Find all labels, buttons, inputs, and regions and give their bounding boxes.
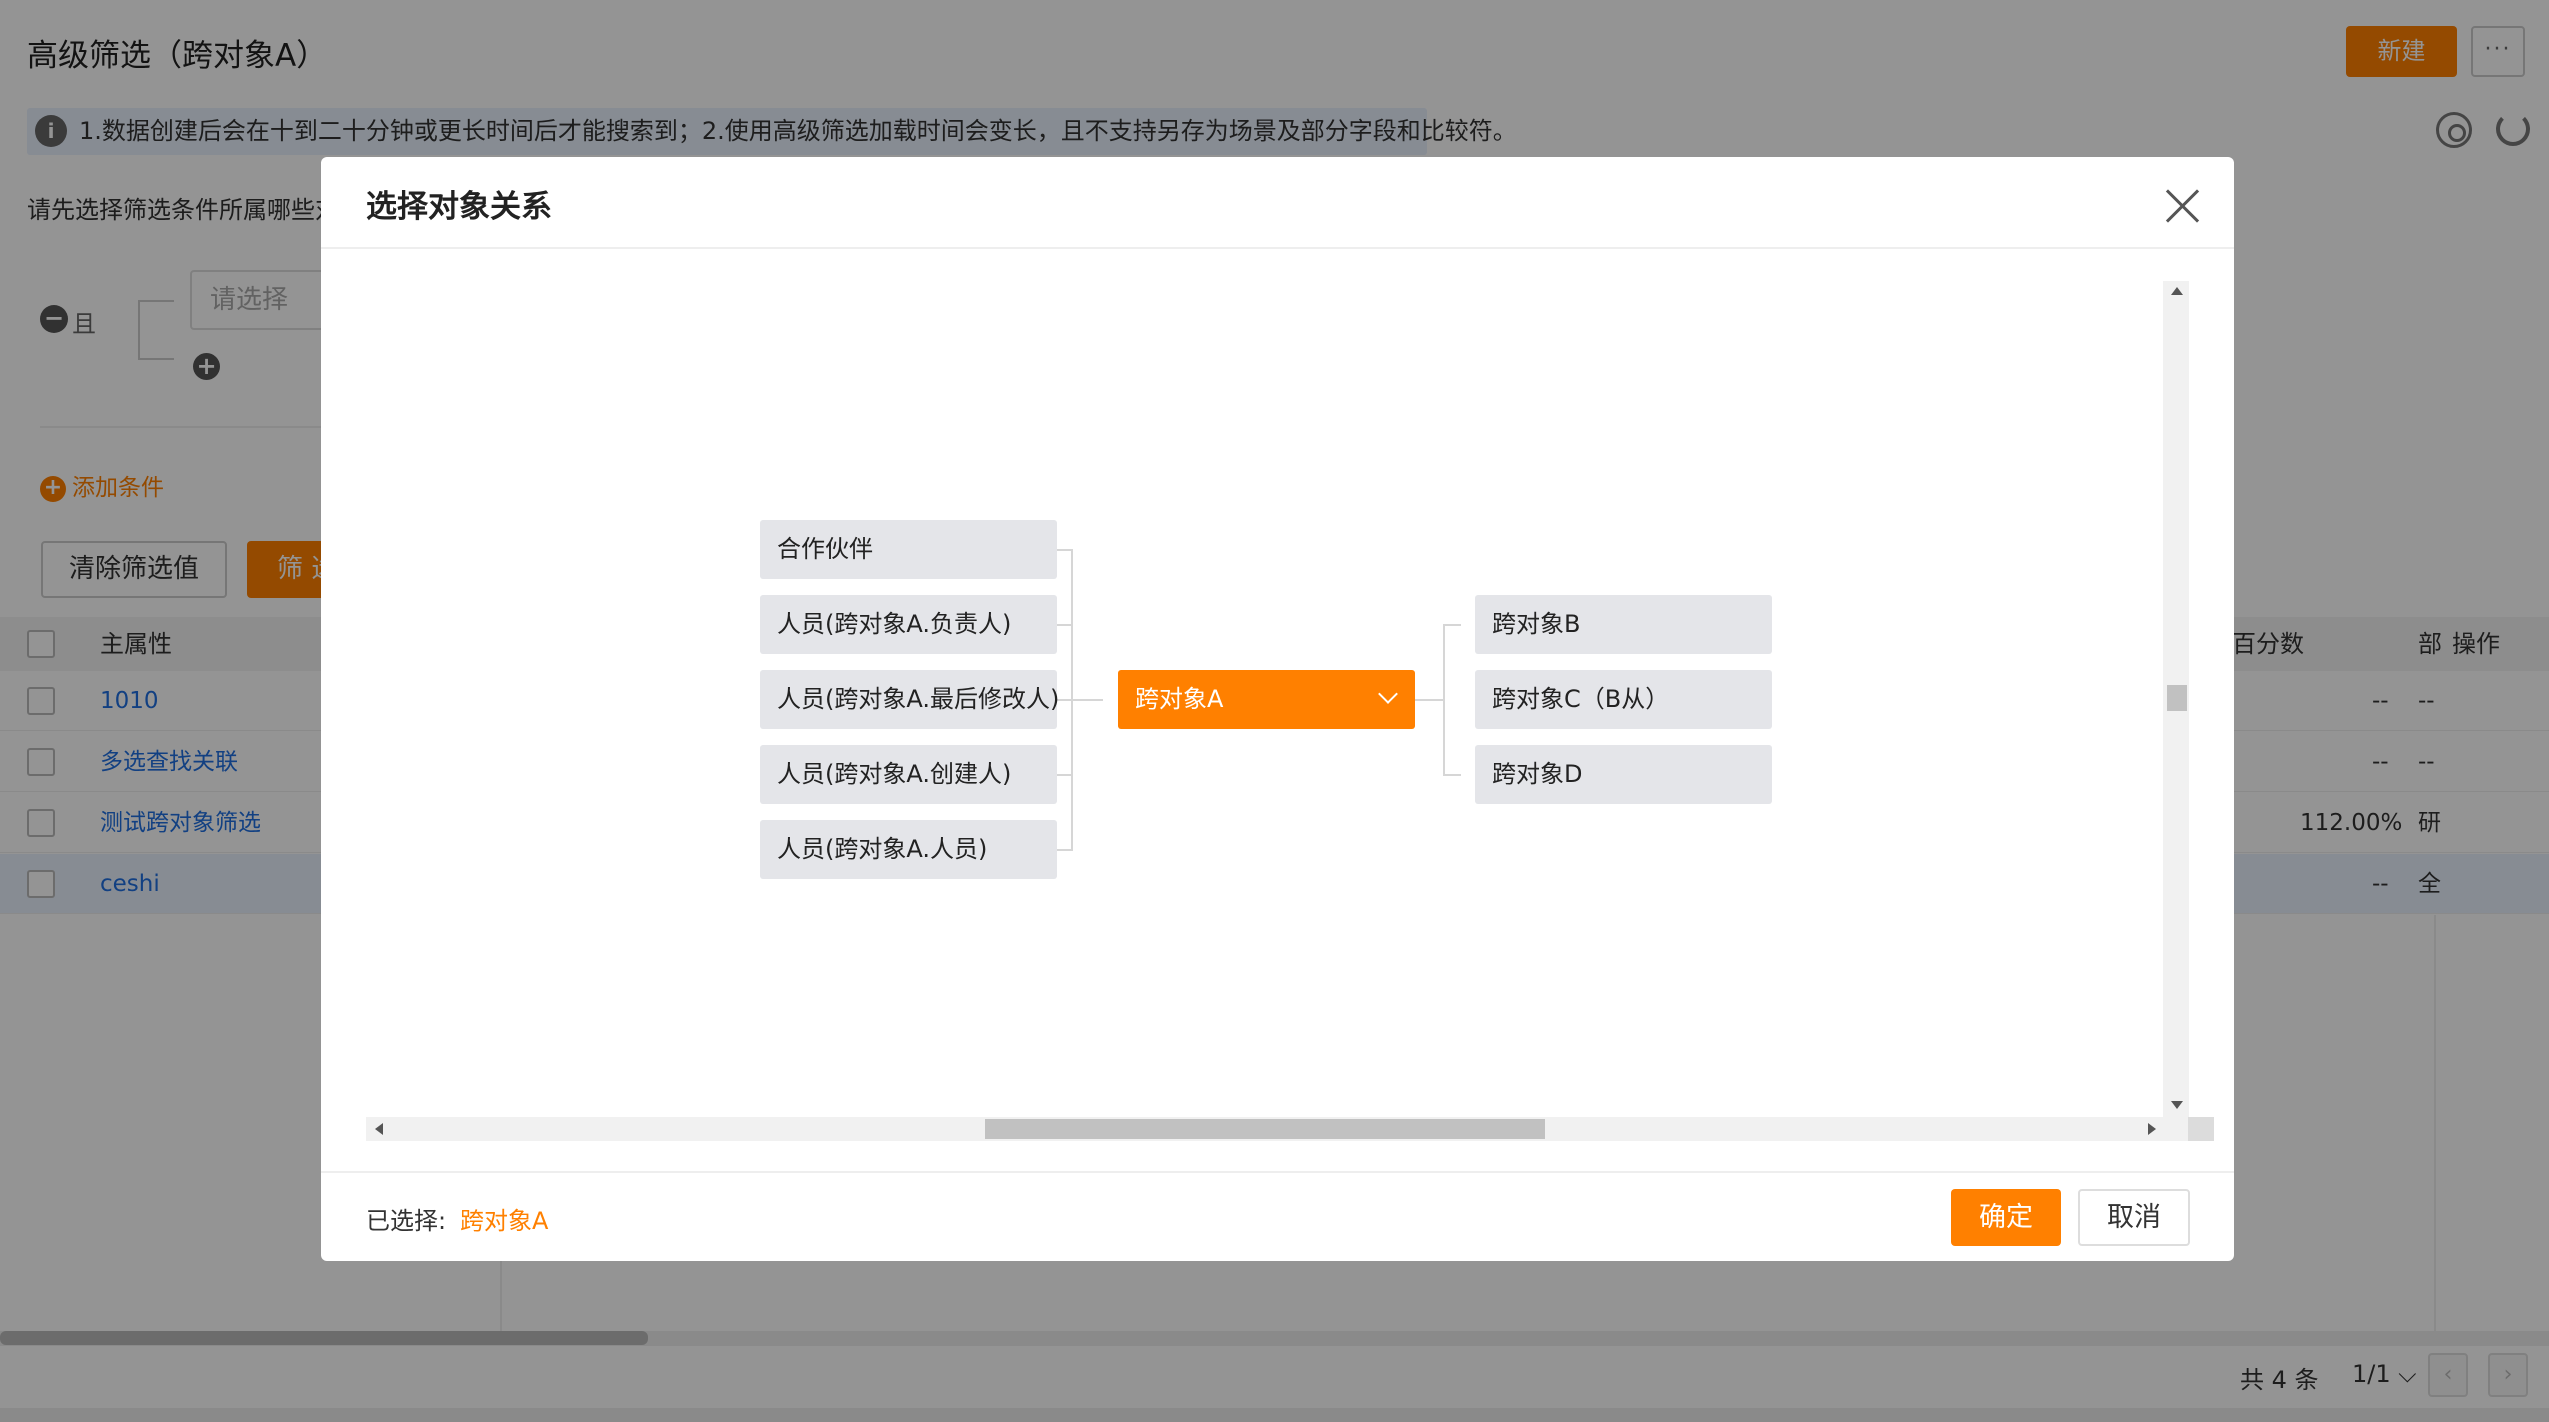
graph-hscroll-thumb[interactable]	[985, 1119, 1545, 1139]
dialog-title: 选择对象关系	[366, 189, 552, 225]
connector-line	[1443, 774, 1461, 776]
relation-node[interactable]: 人员(跨对象A.最后修改人)	[760, 670, 1059, 729]
connector-line	[1071, 699, 1103, 701]
select-relation-dialog: 选择对象关系 合作伙伴 人员(跨对象A.负责人) 人员(跨对象A.最后修改人) …	[321, 157, 2234, 1261]
confirm-button[interactable]: 确定	[1951, 1189, 2061, 1246]
relation-node[interactable]: 人员(跨对象A.创建人)	[760, 745, 1057, 804]
selected-value: 跨对象A	[460, 1207, 549, 1235]
relation-node[interactable]: 人员(跨对象A.人员)	[760, 820, 1057, 879]
center-node-label: 跨对象A	[1135, 685, 1224, 713]
cancel-button[interactable]: 取消	[2078, 1189, 2190, 1246]
scroll-up-arrow-icon[interactable]	[2171, 287, 2183, 295]
relation-node[interactable]: 跨对象B	[1475, 595, 1772, 654]
relation-node[interactable]: 人员(跨对象A.负责人)	[760, 595, 1057, 654]
connector-line	[1413, 699, 1445, 701]
scroll-left-arrow-icon[interactable]	[375, 1123, 383, 1135]
close-icon[interactable]	[2163, 187, 2201, 225]
graph-vscroll-thumb[interactable]	[2167, 685, 2187, 711]
dialog-header-divider	[321, 247, 2234, 249]
relation-node[interactable]: 跨对象D	[1475, 745, 1772, 804]
selected-label: 已选择:	[366, 1207, 447, 1235]
relation-node[interactable]: 合作伙伴	[760, 520, 1057, 579]
scroll-down-arrow-icon[interactable]	[2171, 1101, 2183, 1109]
scroll-corner	[2188, 1117, 2214, 1141]
relation-node[interactable]: 跨对象C（B从）	[1475, 670, 1772, 729]
connector-line	[1443, 624, 1461, 626]
connector-line	[1443, 624, 1445, 776]
dialog-footer-divider	[321, 1171, 2234, 1173]
center-node-selected[interactable]: 跨对象A	[1118, 670, 1415, 729]
chevron-down-icon	[1378, 684, 1398, 704]
scroll-right-arrow-icon[interactable]	[2148, 1123, 2156, 1135]
